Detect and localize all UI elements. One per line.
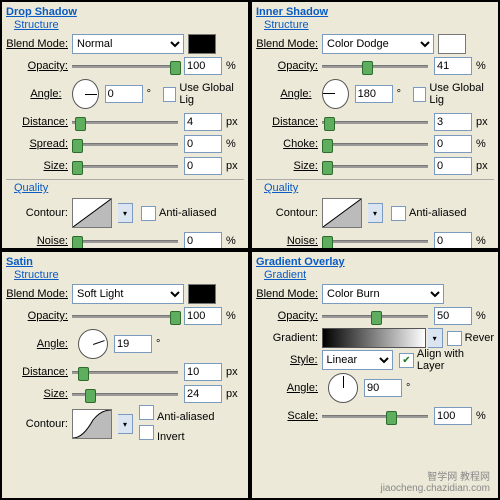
size-input[interactable] [184, 157, 222, 175]
blend-mode-select[interactable]: Color Dodge [322, 34, 434, 54]
invert-checkbox[interactable] [139, 425, 154, 440]
angle-input[interactable] [364, 379, 402, 397]
color-swatch[interactable] [188, 284, 216, 304]
quality-heading: Quality [14, 182, 244, 194]
unit: px [222, 160, 244, 172]
size-label: Size: [256, 160, 322, 172]
opacity-input[interactable] [434, 307, 472, 325]
structure-heading: Structure [264, 19, 494, 31]
contour-dropdown[interactable]: ▾ [118, 203, 133, 223]
opacity-slider[interactable] [322, 309, 428, 323]
panel-title: Drop Shadow [6, 6, 244, 18]
contour-label: Contour: [6, 207, 72, 219]
blend-mode-select[interactable]: Soft Light [72, 284, 184, 304]
contour-dropdown[interactable]: ▾ [368, 203, 383, 223]
contour-dropdown[interactable]: ▾ [118, 414, 133, 434]
angle-input[interactable] [105, 85, 143, 103]
blend-mode-label: Blend Mode: [256, 38, 322, 50]
gradient-picker[interactable] [322, 328, 426, 348]
angle-input[interactable] [355, 85, 393, 103]
contour-picker[interactable] [72, 409, 112, 439]
gradient-overlay-panel: Gradient Overlay Gradient Blend Mode: Co… [250, 250, 500, 500]
spread-input[interactable] [184, 135, 222, 153]
unit: % [222, 138, 244, 150]
quality-heading: Quality [264, 182, 494, 194]
contour-picker[interactable] [72, 198, 112, 228]
panel-title: Gradient Overlay [256, 256, 494, 268]
distance-label: Distance: [256, 116, 322, 128]
blend-mode-select[interactable]: Color Burn [322, 284, 444, 304]
distance-input[interactable] [434, 113, 472, 131]
reverse-checkbox[interactable] [447, 331, 462, 346]
size-label: Size: [6, 160, 72, 172]
opacity-input[interactable] [184, 307, 222, 325]
distance-slider[interactable] [72, 365, 178, 379]
antialiased-checkbox[interactable] [391, 206, 406, 221]
blend-mode-label: Blend Mode: [6, 38, 72, 50]
opacity-slider[interactable] [72, 59, 178, 73]
opacity-label: Opacity: [6, 60, 72, 72]
style-select[interactable]: Linear [322, 350, 394, 370]
distance-slider[interactable] [72, 115, 178, 129]
opacity-slider[interactable] [322, 59, 428, 73]
use-global-light-checkbox[interactable] [413, 87, 427, 102]
size-input[interactable] [434, 157, 472, 175]
align-with-layer-checkbox[interactable]: ✔ [399, 353, 414, 368]
size-slider[interactable] [72, 159, 178, 173]
opacity-label: Opacity: [256, 60, 322, 72]
size-slider[interactable] [322, 159, 428, 173]
blend-mode-select[interactable]: Normal [72, 34, 184, 54]
use-global-light-label: Use Global Lig [179, 82, 244, 106]
noise-input[interactable] [184, 232, 222, 250]
choke-label: Choke: [256, 138, 322, 150]
noise-input[interactable] [434, 232, 472, 250]
satin-panel: Satin Structure Blend Mode: Soft Light O… [0, 250, 250, 500]
unit: px [222, 116, 244, 128]
unit: % [222, 60, 244, 72]
antialiased-checkbox[interactable] [141, 206, 156, 221]
angle-dial[interactable] [328, 373, 358, 403]
angle-input[interactable] [114, 335, 152, 353]
scale-input[interactable] [434, 407, 472, 425]
opacity-input[interactable] [184, 57, 222, 75]
angle-label: Angle: [256, 88, 316, 100]
contour-picker[interactable] [322, 198, 362, 228]
scale-slider[interactable] [322, 409, 428, 423]
distance-input[interactable] [184, 113, 222, 131]
panel-title: Satin [6, 256, 244, 268]
spread-slider[interactable] [72, 137, 178, 151]
noise-slider[interactable] [322, 234, 428, 248]
inner-shadow-panel: Inner Shadow Structure Blend Mode: Color… [250, 0, 500, 250]
distance-input[interactable] [184, 363, 222, 381]
antialiased-label: Anti-aliased [159, 207, 216, 219]
distance-label: Distance: [6, 116, 72, 128]
unit: % [222, 235, 244, 247]
angle-label: Angle: [6, 88, 66, 100]
antialiased-checkbox[interactable] [139, 405, 154, 420]
unit: ° [143, 88, 163, 100]
spread-label: Spread: [6, 138, 72, 150]
noise-slider[interactable] [72, 234, 178, 248]
size-input[interactable] [184, 385, 222, 403]
choke-input[interactable] [434, 135, 472, 153]
use-global-light-checkbox[interactable] [163, 87, 177, 102]
color-swatch[interactable] [188, 34, 216, 54]
opacity-input[interactable] [434, 57, 472, 75]
structure-heading: Structure [14, 19, 244, 31]
choke-slider[interactable] [322, 137, 428, 151]
angle-dial[interactable] [72, 79, 99, 109]
angle-dial[interactable] [322, 79, 349, 109]
opacity-slider[interactable] [72, 309, 178, 323]
watermark: 智学网 教程网 jiaocheng.chazidian.com [380, 472, 490, 494]
distance-slider[interactable] [322, 115, 428, 129]
noise-label: Noise: [6, 235, 72, 247]
color-swatch[interactable] [438, 34, 466, 54]
drop-shadow-panel: Drop Shadow Structure Blend Mode: Normal… [0, 0, 250, 250]
angle-dial[interactable] [78, 329, 108, 359]
gradient-dropdown[interactable]: ▾ [428, 328, 443, 348]
size-slider[interactable] [72, 387, 178, 401]
panel-title: Inner Shadow [256, 6, 494, 18]
